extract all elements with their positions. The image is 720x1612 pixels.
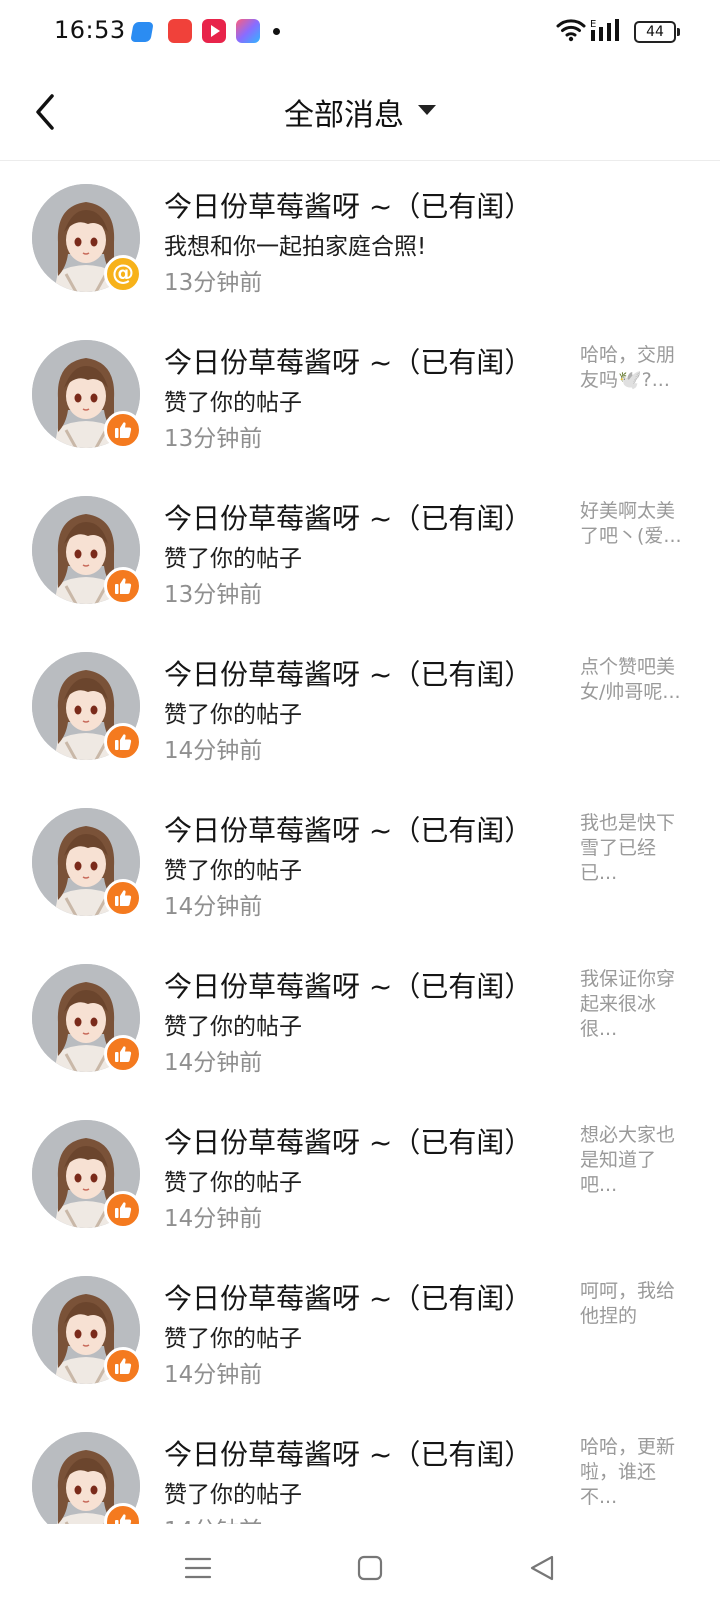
message-action-text: 赞了你的帖子 [164, 1482, 302, 1508]
like-icon [104, 723, 142, 761]
status-bar: 16:53 E 44 [0, 0, 720, 64]
wifi-icon [556, 18, 586, 46]
message-action-text: 赞了你的帖子 [164, 702, 302, 728]
sender-name: 今日份草莓酱呀 ~（已有闺） [164, 502, 533, 535]
sender-name: 今日份草莓酱呀 ~（已有闺） [164, 1126, 533, 1159]
status-time: 16:53 [54, 16, 126, 44]
message-item[interactable]: @ 今日份草莓酱呀 ~（已有闺） 我想和你一起拍家庭合照! 13分钟前 [0, 161, 720, 317]
home-button[interactable] [350, 1548, 390, 1588]
message-item[interactable]: 今日份草莓酱呀 ~（已有闺） 赞了你的帖子 13分钟前 好美啊太美了吧丶(爱... [0, 473, 720, 629]
like-icon [104, 1191, 142, 1229]
message-action-text: 赞了你的帖子 [164, 1014, 302, 1040]
message-action-text: 赞了你的帖子 [164, 390, 302, 416]
message-action-text: 赞了你的帖子 [164, 858, 302, 884]
signal-icon: E [590, 18, 624, 48]
sender-name: 今日份草莓酱呀 ~（已有闺） [164, 1282, 533, 1315]
system-navigation-bar [0, 1524, 720, 1612]
message-action-text: 赞了你的帖子 [164, 546, 302, 572]
message-item[interactable]: 今日份草莓酱呀 ~（已有闺） 赞了你的帖子 14分钟前 点个赞吧美女/帅哥呢... [0, 629, 720, 785]
app-notification-icon [130, 22, 154, 42]
sender-name: 今日份草莓酱呀 ~（已有闺） [164, 1438, 533, 1471]
page-title: 全部消息 [284, 98, 404, 133]
sender-name: 今日份草莓酱呀 ~（已有闺） [164, 658, 533, 691]
message-time: 13分钟前 [164, 270, 263, 296]
message-item[interactable]: 今日份草莓酱呀 ~（已有闺） 赞了你的帖子 14分钟前 我保证你穿起来很冰很... [0, 941, 720, 1097]
post-preview: 呵呵，我给他捏的 [580, 1280, 676, 1327]
message-action-text: 我想和你一起拍家庭合照! [164, 234, 427, 260]
message-time: 13分钟前 [164, 582, 263, 608]
header: 全部消息 [0, 64, 720, 161]
message-time: 14分钟前 [164, 1511, 262, 1524]
message-time: 14分钟前 [164, 738, 263, 764]
app-notification-icon [236, 19, 260, 43]
menu-icon [184, 1557, 212, 1579]
message-item[interactable]: 今日份草莓酱呀 ~（已有闺） 赞了你的帖子 14分钟前 我也是快下雪了已经已... [0, 785, 720, 941]
sender-name: 今日份草莓酱呀 ~（已有闺） [164, 970, 533, 1003]
system-back-button[interactable] [522, 1548, 562, 1588]
post-preview: 点个赞吧美女/帅哥呢... [580, 656, 681, 703]
network-type-label: E [590, 19, 596, 30]
caret-down-icon [418, 105, 436, 115]
sender-name: 今日份草莓酱呀 ~（已有闺） [164, 814, 533, 847]
message-item[interactable]: 今日份草莓酱呀 ~（已有闺） 赞了你的帖子 14分钟前 哈哈，更新啦，谁还不... [0, 1409, 720, 1524]
post-preview: 哈哈，更新啦，谁还不... [580, 1436, 676, 1508]
message-action-text: 赞了你的帖子 [164, 1170, 302, 1196]
sender-name: 今日份草莓酱呀 ~（已有闺） [164, 190, 533, 223]
post-preview: 哈哈，交朋友吗🕊️?... [580, 344, 676, 391]
triangle-back-icon [530, 1555, 554, 1581]
message-item[interactable]: 今日份草莓酱呀 ~（已有闺） 赞了你的帖子 13分钟前 哈哈，交朋友吗🕊️?... [0, 317, 720, 473]
like-icon [104, 1347, 142, 1385]
post-preview: 想必大家也是知道了吧... [580, 1124, 676, 1196]
message-time: 14分钟前 [164, 1362, 263, 1388]
message-filter-dropdown[interactable]: 全部消息 [0, 90, 720, 134]
message-time: 14分钟前 [164, 1206, 263, 1232]
message-time: 14分钟前 [164, 1050, 263, 1076]
like-icon [104, 567, 142, 605]
post-preview: 好美啊太美了吧丶(爱... [580, 500, 682, 547]
message-list[interactable]: @ 今日份草莓酱呀 ~（已有闺） 我想和你一起拍家庭合照! 13分钟前 今日份草莓酱呀… [0, 161, 720, 1524]
message-time: 14分钟前 [164, 894, 263, 920]
like-icon [104, 1035, 142, 1073]
message-time: 13分钟前 [164, 426, 263, 452]
square-icon [357, 1555, 383, 1581]
sender-name: 今日份草莓酱呀 ~（已有闺） [164, 346, 533, 379]
video-app-icon [202, 19, 226, 43]
more-notifications-icon [273, 28, 280, 35]
message-item[interactable]: 今日份草莓酱呀 ~（已有闺） 赞了你的帖子 14分钟前 呵呵，我给他捏的 [0, 1253, 720, 1409]
post-preview: 我也是快下雪了已经已... [580, 812, 676, 884]
message-item[interactable]: 今日份草莓酱呀 ~（已有闺） 赞了你的帖子 14分钟前 想必大家也是知道了吧... [0, 1097, 720, 1253]
battery-indicator: 44 [634, 21, 680, 43]
like-icon [104, 411, 142, 449]
post-preview: 我保证你穿起来很冰很... [580, 968, 676, 1040]
app-notification-icon [168, 19, 192, 43]
mention-icon: @ [104, 255, 142, 293]
like-icon [104, 879, 142, 917]
recent-apps-button[interactable] [178, 1548, 218, 1588]
message-action-text: 赞了你的帖子 [164, 1326, 302, 1352]
